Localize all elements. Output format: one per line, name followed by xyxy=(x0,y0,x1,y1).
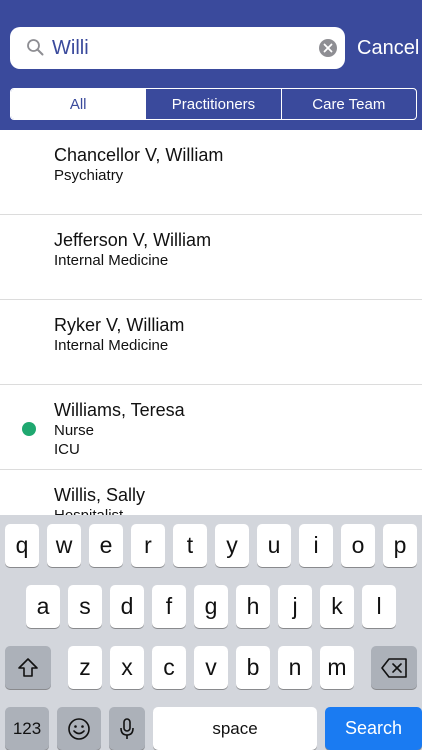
contact-name: Willis, Sally xyxy=(54,485,146,505)
backspace-key[interactable] xyxy=(371,646,417,689)
online-status-dot xyxy=(22,422,36,436)
key-r[interactable]: r xyxy=(131,524,165,567)
emoji-key[interactable] xyxy=(57,707,101,750)
keyboard: q w e r t y u i o p a s d f g h j k l z … xyxy=(0,515,422,750)
key-z[interactable]: z xyxy=(68,646,102,689)
list-item[interactable]: Ryker V, William Internal Medicine xyxy=(0,300,422,385)
contact-detail: Psychiatry xyxy=(54,167,124,184)
list-item[interactable]: Chancellor V, William Psychiatry xyxy=(0,130,422,215)
contact-detail: Hospitalist xyxy=(54,506,422,515)
key-x[interactable]: x xyxy=(110,646,144,689)
key-k[interactable]: k xyxy=(320,585,354,628)
clear-search-icon[interactable] xyxy=(318,38,338,58)
list-item[interactable]: Jefferson V, William Internal Medicine xyxy=(0,215,422,300)
key-i[interactable]: i xyxy=(299,524,333,567)
contact-detail: Internal Medicine xyxy=(54,252,169,269)
key-n[interactable]: n xyxy=(278,646,312,689)
contact-name: Jefferson V, William xyxy=(54,230,212,250)
shift-key[interactable] xyxy=(5,646,51,689)
key-b[interactable]: b xyxy=(236,646,270,689)
contact-name: Ryker V, William xyxy=(54,315,185,335)
contact-name: Williams, Teresa xyxy=(54,400,185,420)
search-key[interactable]: Search xyxy=(325,707,422,750)
key-h[interactable]: h xyxy=(236,585,270,628)
list-item[interactable]: Willis, Sally Hospitalist xyxy=(0,470,422,515)
search-box[interactable] xyxy=(10,27,345,69)
key-t[interactable]: t xyxy=(173,524,207,567)
microphone-icon xyxy=(120,717,134,739)
key-w[interactable]: w xyxy=(47,524,81,567)
numbers-key[interactable]: 123 xyxy=(5,707,49,750)
key-a[interactable]: a xyxy=(26,585,60,628)
key-u[interactable]: u xyxy=(257,524,291,567)
cancel-button[interactable]: Cancel xyxy=(357,34,419,62)
key-f[interactable]: f xyxy=(152,585,186,628)
backspace-icon xyxy=(381,657,407,678)
key-v[interactable]: v xyxy=(194,646,228,689)
key-g[interactable]: g xyxy=(194,585,228,628)
key-y[interactable]: y xyxy=(215,524,249,567)
key-o[interactable]: o xyxy=(341,524,375,567)
list-item[interactable]: Williams, Teresa Nurse ICU xyxy=(0,385,422,470)
key-d[interactable]: d xyxy=(110,585,144,628)
contact-name: Chancellor V, William xyxy=(54,145,224,165)
search-icon xyxy=(27,39,44,56)
key-m[interactable]: m xyxy=(320,646,354,689)
contact-detail: Nurse xyxy=(54,422,95,439)
key-p[interactable]: p xyxy=(383,524,417,567)
key-s[interactable]: s xyxy=(68,585,102,628)
key-e[interactable]: e xyxy=(89,524,123,567)
segment-practitioners[interactable]: Practitioners xyxy=(146,89,282,119)
key-j[interactable]: j xyxy=(278,585,312,628)
space-key[interactable]: space xyxy=(153,707,317,750)
search-input[interactable] xyxy=(52,32,312,64)
contact-detail: Internal Medicine xyxy=(54,337,169,354)
results-list: Chancellor V, William Psychiatry Jeffers… xyxy=(0,130,422,515)
filter-segmented-control: All Practitioners Care Team xyxy=(10,88,417,120)
search-header: Cancel All Practitioners Care Team xyxy=(0,0,422,130)
key-c[interactable]: c xyxy=(152,646,186,689)
segment-all[interactable]: All xyxy=(11,89,147,119)
emoji-icon xyxy=(68,717,90,740)
key-q[interactable]: q xyxy=(5,524,39,567)
dictation-key[interactable] xyxy=(109,707,145,750)
shift-icon xyxy=(18,657,38,677)
contact-detail: ICU xyxy=(54,441,80,458)
segment-care-team[interactable]: Care Team xyxy=(282,89,416,119)
key-l[interactable]: l xyxy=(362,585,396,628)
